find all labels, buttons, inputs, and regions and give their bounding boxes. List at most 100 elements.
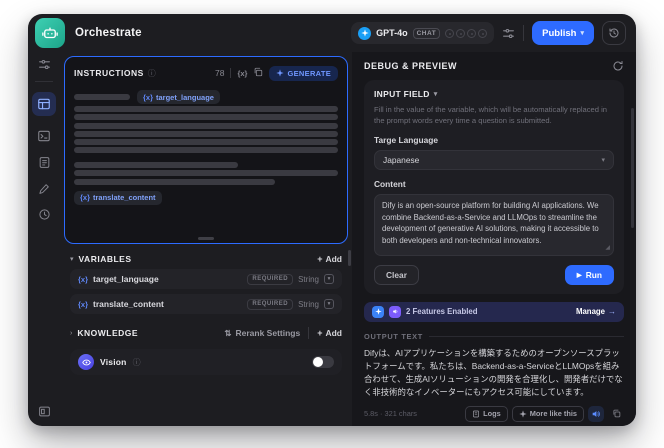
sidebar-item-terminal[interactable]	[37, 129, 51, 143]
left-sidebar	[28, 52, 60, 426]
app-header: Orchestrate GPT-4o CHAT Publish ▾	[28, 14, 636, 52]
clipboard-icon	[613, 410, 620, 418]
orchestrate-panel: INSTRUCTIONS ⓘ 78 {x} GENERATE {x} targe…	[60, 52, 352, 426]
instructions-title: INSTRUCTIONS	[74, 68, 144, 78]
info-icon: ⓘ	[147, 68, 156, 78]
variable-row-target-language[interactable]: {x} target_language REQUIRED String ▾	[70, 269, 342, 289]
app-logo-icon[interactable]	[35, 18, 65, 48]
variables-section-header[interactable]: ▾ VARIABLES + Add	[70, 254, 342, 264]
logs-icon	[473, 410, 480, 418]
publish-button[interactable]: Publish ▾	[532, 21, 594, 45]
frame-icon	[38, 406, 50, 417]
output-text-title: OUTPUT TEXT	[364, 331, 424, 341]
type-select-icon[interactable]: ▾	[324, 274, 334, 284]
chevron-down-icon: ▾	[580, 30, 584, 37]
tools-icon[interactable]	[38, 58, 51, 71]
model-name: GPT-4o	[376, 28, 408, 38]
chevron-down-icon: ▾	[601, 157, 605, 164]
generate-button[interactable]: GENERATE	[269, 65, 338, 81]
rerank-settings-button[interactable]: ⇅ Rerank Settings	[224, 328, 300, 339]
instructions-editor[interactable]: INSTRUCTIONS ⓘ 78 {x} GENERATE {x} targe…	[64, 56, 348, 244]
chevron-right-icon: ›	[70, 329, 73, 337]
orchestrate-icon	[38, 98, 50, 110]
clear-button[interactable]: Clear	[374, 264, 419, 285]
input-field-header[interactable]: INPUT FIELD ▾	[374, 89, 614, 99]
model-mode-badge: CHAT	[412, 27, 441, 39]
required-badge: REQUIRED	[247, 298, 294, 310]
app-window: Orchestrate GPT-4o CHAT Publish ▾ INSTRU…	[28, 14, 636, 426]
document-icon	[39, 157, 49, 168]
debug-title: DEBUG & PREVIEW	[364, 61, 458, 71]
robot-icon	[42, 27, 58, 39]
history-button[interactable]	[602, 21, 626, 45]
chevron-down-icon: ▾	[70, 256, 74, 263]
copy-output-button[interactable]	[608, 406, 624, 422]
sidebar-item-annotation[interactable]	[38, 182, 51, 195]
text-to-speech-button[interactable]	[588, 405, 604, 422]
debug-preview-panel: DEBUG & PREVIEW INPUT FIELD ▾ Fill in th…	[352, 52, 636, 426]
type-select-icon[interactable]: ▾	[324, 299, 334, 309]
rerank-icon: ⇅	[224, 327, 232, 338]
left-panel-scrollbar[interactable]	[348, 250, 351, 266]
variable-type: String	[298, 299, 319, 309]
input-field-description: Fill in the value of the variable, which…	[374, 105, 607, 125]
char-count: 78	[215, 68, 225, 78]
features-count-text: 2 Features Enabled	[406, 307, 478, 317]
input-field-card: INPUT FIELD ▾ Fill in the value of the v…	[364, 80, 624, 294]
target-language-label: Targe Language	[374, 135, 439, 145]
openai-icon	[358, 26, 372, 40]
speech-feature-icon	[389, 305, 401, 318]
pencil-icon	[38, 184, 49, 194]
required-badge: REQUIRED	[247, 273, 294, 285]
page-title: Orchestrate	[75, 27, 142, 39]
content-textarea[interactable]: Dify is an open-source platform for buil…	[374, 194, 614, 256]
target-language-select[interactable]: Japanese ▾	[374, 150, 614, 170]
insert-variable-icon[interactable]: {x}	[237, 69, 247, 78]
eye-icon	[78, 354, 94, 370]
content-label: Content	[374, 179, 406, 189]
plus-icon: +	[317, 328, 323, 338]
sidebar-item-orchestrate[interactable]	[32, 92, 56, 116]
arrow-right-icon: →	[608, 307, 616, 317]
output-meta: 5.8s · 321 chars	[364, 409, 417, 419]
variable-type: String	[298, 274, 319, 284]
resize-handle[interactable]	[198, 237, 214, 240]
logs-button[interactable]: Logs	[465, 405, 508, 422]
model-params-icon[interactable]	[502, 27, 515, 40]
sparkle-icon	[276, 69, 285, 77]
model-selector[interactable]: GPT-4o CHAT	[351, 22, 495, 44]
features-enabled-bar[interactable]: 2 Features Enabled Manage →	[364, 301, 624, 322]
variable-chip-target-language[interactable]: {x} target_language	[137, 90, 220, 104]
sidebar-item-history[interactable]	[38, 208, 51, 221]
sparkle-icon	[519, 410, 527, 418]
prompt-content: {x} target_language {x} translate_conten…	[74, 90, 338, 205]
model-capability-icons	[445, 28, 488, 38]
speaker-icon	[592, 410, 600, 417]
vision-feature-row: Vision ⓘ	[70, 349, 342, 375]
sidebar-item-logs[interactable]	[38, 156, 51, 169]
more-like-this-button[interactable]: More like this	[511, 405, 584, 422]
knowledge-section-header[interactable]: › KNOWLEDGE ⇅ Rerank Settings + Add	[70, 327, 342, 339]
output-divider	[429, 335, 624, 337]
output-text: Difyは、AIアプリケーションを構築するためのオープンソースプラットフォームで…	[364, 347, 623, 397]
terminal-icon	[38, 130, 50, 142]
refresh-icon[interactable]	[612, 60, 624, 72]
plus-icon: +	[317, 254, 323, 264]
run-button[interactable]: ▶ Run	[564, 264, 614, 285]
clock-history-icon	[609, 28, 619, 38]
variable-chip-translate-content[interactable]: {x} translate_content	[74, 190, 162, 205]
chevron-down-icon: ▾	[433, 91, 438, 98]
manage-features-button[interactable]: Manage →	[576, 307, 616, 316]
add-variable-button[interactable]: + Add	[317, 254, 342, 264]
copy-icon[interactable]	[253, 64, 263, 82]
add-knowledge-button[interactable]: + Add	[317, 328, 342, 338]
header-divider	[523, 25, 525, 41]
clock-icon	[38, 209, 50, 220]
sidebar-divider	[35, 81, 53, 82]
info-icon: ⓘ	[132, 357, 141, 367]
sparkle-feature-icon	[372, 305, 384, 318]
variable-row-translate-content[interactable]: {x} translate_content REQUIRED String ▾	[70, 294, 342, 314]
vision-toggle[interactable]	[312, 356, 334, 368]
collapse-panel-icon[interactable]	[38, 405, 51, 418]
right-panel-scrollbar[interactable]	[631, 108, 634, 228]
